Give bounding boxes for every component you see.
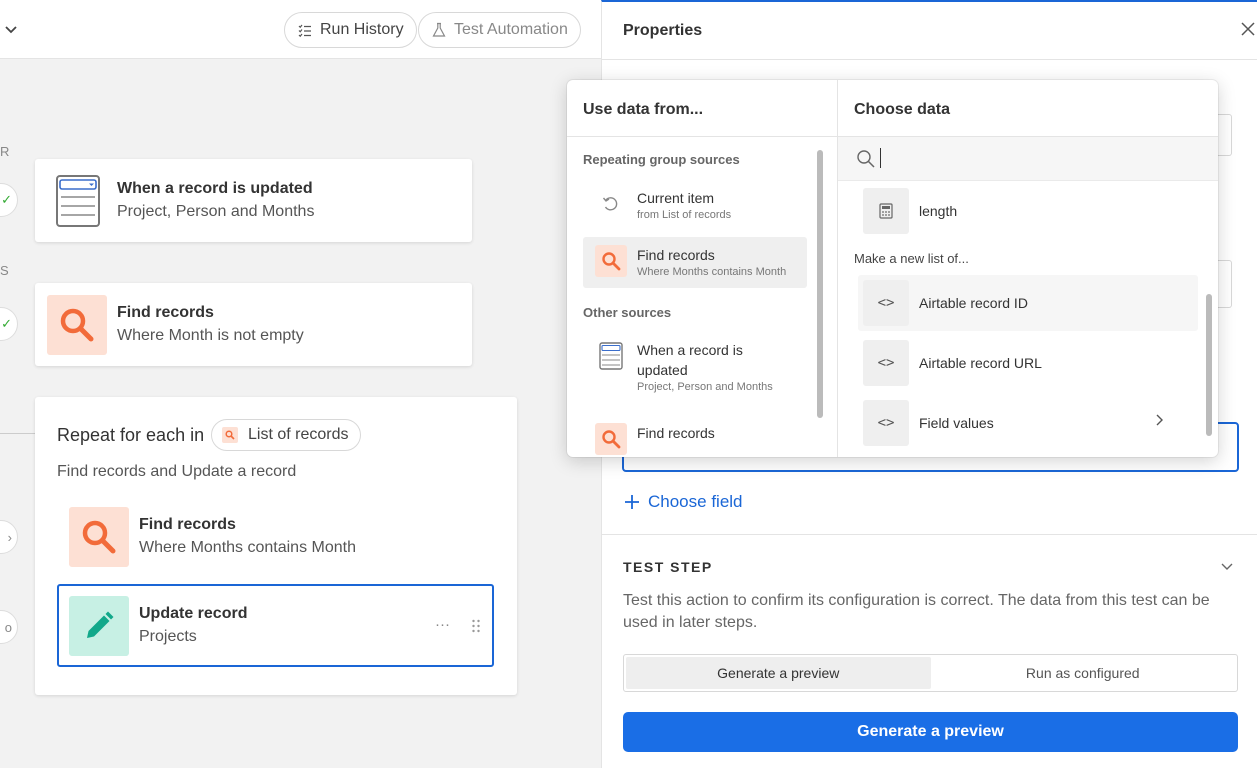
drag-handle-icon[interactable]	[471, 619, 481, 633]
choose-data-title: Choose data	[854, 101, 951, 118]
data-item-field-values[interactable]: <> Field values	[858, 395, 1198, 451]
trigger-card[interactable]: When a record is updated Project, Person…	[35, 159, 472, 242]
calculator-icon	[863, 188, 909, 234]
data-item-label: Airtable record URL	[919, 355, 1042, 371]
repeating-sources-label: Repeating group sources	[583, 152, 740, 167]
test-automation-label: Test Automation	[454, 21, 568, 38]
divider	[0, 433, 35, 434]
source-current-item[interactable]: Current item from List of records	[583, 180, 807, 231]
chip-label: List of records	[248, 426, 349, 443]
test-automation-button[interactable]: Test Automation	[418, 12, 581, 48]
source-when-record-updated[interactable]: When a record is updated Project, Person…	[583, 332, 807, 403]
search-icon	[69, 507, 129, 567]
chevron-down-icon[interactable]	[1219, 558, 1235, 574]
trigger-edge-label: R	[0, 144, 10, 159]
source-title: Current item	[637, 190, 715, 206]
repeat-title: Repeat for each in	[57, 425, 205, 445]
trigger-subtitle: Project, Person and Months	[117, 202, 315, 220]
search-icon	[595, 245, 627, 277]
actions-edge-label: S	[0, 263, 9, 278]
source-find-records-selected[interactable]: Find records Where Months contains Month	[583, 237, 807, 288]
step-nav-chevron-icon[interactable]: ›	[0, 520, 18, 554]
data-item-label: Airtable record ID	[919, 295, 1028, 311]
list-check-icon	[298, 24, 311, 38]
other-sources-label: Other sources	[583, 305, 672, 320]
tab-run-as-configured[interactable]: Run as configured	[931, 657, 1236, 689]
list-of-records-chip[interactable]: List of records	[211, 419, 362, 451]
form-icon	[595, 340, 627, 372]
make-new-list-label: Make a new list of...	[854, 251, 969, 266]
generate-preview-button[interactable]: Generate a preview	[623, 712, 1238, 752]
search-icon	[222, 427, 238, 443]
step-nav-circle-icon[interactable]: o	[0, 610, 18, 644]
choose-field-button[interactable]: Choose field	[624, 492, 743, 512]
divider	[602, 59, 1257, 60]
test-mode-toggle: Generate a preview Run as configured	[623, 654, 1238, 692]
source-subtitle: Where Months contains Month	[637, 266, 787, 278]
data-item-label: length	[919, 203, 958, 219]
undo-icon	[595, 188, 627, 220]
repeat-find-records-step[interactable]: Find records Where Months contains Month	[57, 502, 494, 572]
chevron-right-icon	[1156, 414, 1163, 426]
workflow-canvas: R ✓ S ✓ › o When a record is updated Pro…	[0, 59, 601, 768]
repeat-group: Repeat for each in List of records Find …	[35, 397, 517, 695]
close-icon[interactable]	[1239, 20, 1257, 38]
tab-generate-preview[interactable]: Generate a preview	[626, 657, 931, 689]
update-record-step[interactable]: Update record Projects ···	[57, 584, 494, 667]
top-bar: Run History Test Automation	[0, 0, 601, 59]
find-records-subtitle: Where Month is not empty	[117, 326, 304, 344]
find-records-title: Find records	[117, 303, 214, 321]
source-column: Use data from... Repeating group sources…	[567, 80, 838, 457]
scrollbar[interactable]	[817, 150, 823, 418]
scrollbar[interactable]	[1206, 294, 1212, 436]
data-search-input[interactable]	[838, 137, 1218, 181]
data-item-length[interactable]: length	[858, 183, 1198, 239]
data-item-record-id[interactable]: <> Airtable record ID	[858, 275, 1198, 331]
panel-title: Properties	[623, 22, 703, 39]
step-subtitle: Projects	[139, 627, 197, 645]
source-find-records[interactable]: Find records	[583, 415, 807, 457]
step-title: Update record	[139, 604, 248, 622]
data-picker-popover: Use data from... Repeating group sources…	[567, 80, 1218, 457]
more-options-icon[interactable]: ···	[435, 616, 450, 633]
form-icon	[55, 174, 101, 228]
step-subtitle: Where Months contains Month	[139, 539, 356, 556]
data-item-record-url[interactable]: <> Airtable record URL	[858, 335, 1198, 391]
source-title: Find records	[637, 425, 715, 441]
search-icon	[47, 294, 107, 355]
source-subtitle: from List of records	[637, 209, 732, 221]
divider	[567, 136, 837, 137]
search-icon	[857, 150, 875, 168]
action-status-check-icon: ✓	[0, 307, 18, 341]
text-cursor	[880, 148, 881, 168]
source-subtitle: Project, Person and Months	[637, 381, 773, 393]
source-title: Find records	[637, 247, 715, 263]
flask-icon	[432, 22, 446, 37]
choose-data-column: Choose data length Make a new list of...…	[838, 80, 1218, 457]
search-icon	[595, 423, 627, 455]
pencil-icon	[69, 595, 129, 656]
test-step-description: Test this action to confirm its configur…	[623, 592, 1210, 631]
divider	[602, 534, 1257, 535]
code-icon: <>	[863, 340, 909, 386]
step-title: Find records	[139, 516, 236, 533]
source-title: When a record is updated	[637, 342, 743, 378]
trigger-title: When a record is updated	[117, 179, 313, 197]
code-icon: <>	[863, 400, 909, 446]
run-history-button[interactable]: Run History	[284, 12, 417, 48]
run-history-label: Run History	[320, 21, 404, 38]
plus-icon	[625, 495, 639, 509]
chevron-down-icon[interactable]	[2, 20, 20, 38]
test-step-title: TEST STEP	[623, 559, 713, 575]
use-data-from-title: Use data from...	[583, 101, 704, 118]
data-item-label: Field values	[919, 415, 994, 431]
repeat-subtitle: Find records and Update a record	[57, 463, 297, 480]
choose-field-label: Choose field	[648, 492, 743, 511]
find-records-card[interactable]: Find records Where Month is not empty	[35, 283, 472, 366]
code-icon: <>	[863, 280, 909, 326]
trigger-status-check-icon: ✓	[0, 183, 18, 217]
